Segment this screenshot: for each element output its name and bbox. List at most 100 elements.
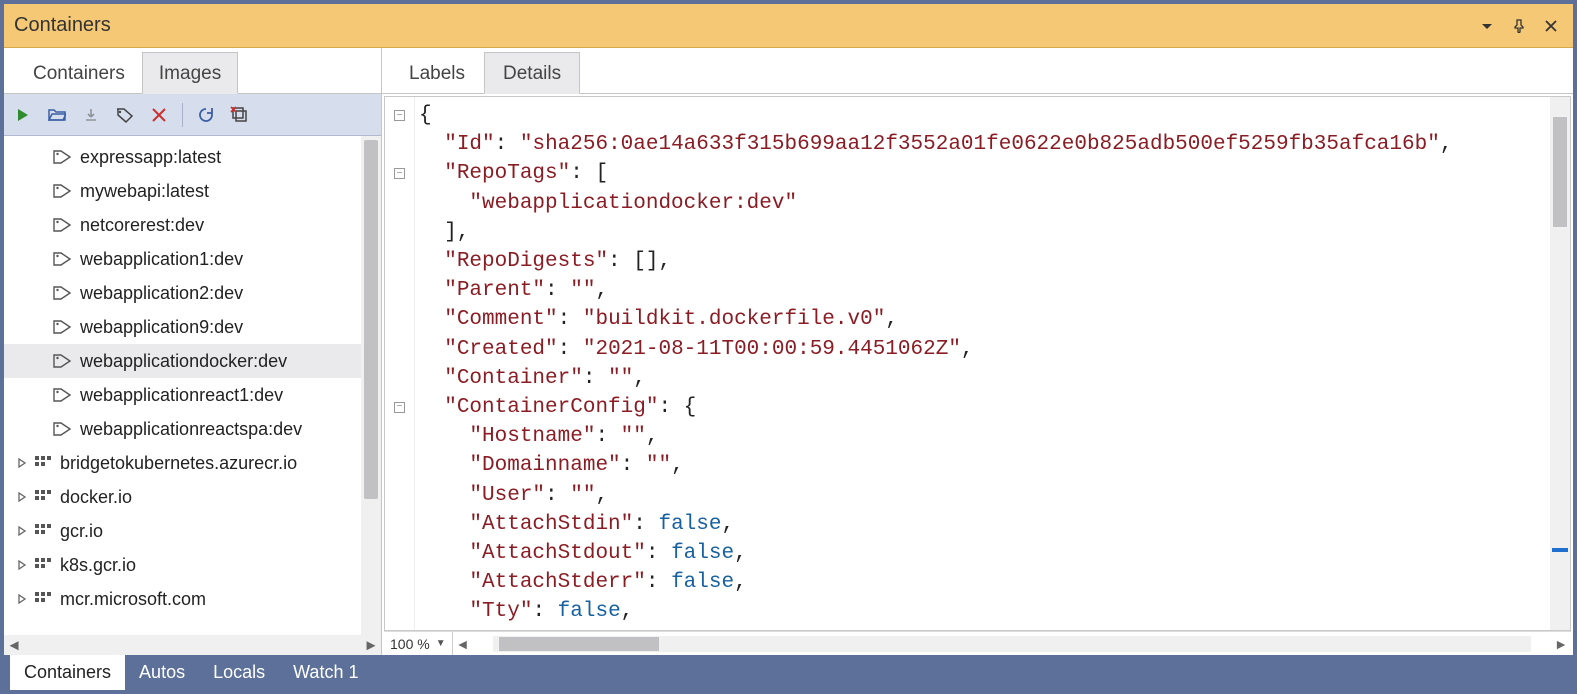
gutter-row <box>385 189 414 218</box>
image-item[interactable]: webapplication1:dev <box>4 242 361 276</box>
gutter-row <box>385 276 414 305</box>
item-label: k8s.gcr.io <box>60 556 136 574</box>
registry-item[interactable]: k8s.gcr.io <box>4 548 361 582</box>
tree-hscroll[interactable]: ◄ ► <box>4 635 381 655</box>
gutter-row <box>385 597 414 626</box>
refresh-button[interactable] <box>193 102 219 128</box>
tab-details[interactable]: Details <box>484 52 580 94</box>
fold-toggle-icon[interactable]: − <box>394 110 405 121</box>
tag-icon <box>52 183 74 199</box>
registry-item[interactable]: docker.io <box>4 480 361 514</box>
registry-item[interactable]: gcr.io <box>4 514 361 548</box>
titlebar: Containers <box>4 4 1573 48</box>
expand-arrow-icon[interactable] <box>12 594 32 604</box>
hscroll-left-icon[interactable]: ◄ <box>4 635 24 655</box>
editor-vscroll[interactable] <box>1550 97 1570 630</box>
image-item[interactable]: expressapp:latest <box>4 140 361 174</box>
tab-images[interactable]: Images <box>142 52 238 94</box>
editor-hscroll[interactable] <box>493 636 1531 652</box>
delete-button[interactable] <box>146 102 172 128</box>
registry-icon <box>32 591 54 607</box>
gutter-row <box>385 510 414 539</box>
image-item[interactable]: webapplicationreactspa:dev <box>4 412 361 446</box>
image-item[interactable]: webapplication2:dev <box>4 276 361 310</box>
fold-toggle-icon[interactable]: − <box>394 402 405 413</box>
editor-hscroll-left-icon[interactable]: ◄ <box>453 636 473 652</box>
gutter-row <box>385 364 414 393</box>
zoom-value: 100 % <box>390 636 430 652</box>
item-label: webapplication2:dev <box>80 284 243 302</box>
gutter-row <box>385 480 414 509</box>
registry-item[interactable]: bridgetokubernetes.azurecr.io <box>4 446 361 480</box>
image-item[interactable]: webapplicationdocker:dev <box>4 344 361 378</box>
item-label: netcorerest:dev <box>80 216 204 234</box>
registry-item[interactable]: mcr.microsoft.com <box>4 582 361 616</box>
item-label: webapplicationdocker:dev <box>80 352 287 370</box>
pin-icon[interactable] <box>1507 14 1531 38</box>
tag-button[interactable] <box>112 102 138 128</box>
registry-icon <box>32 557 54 573</box>
gutter-row <box>385 305 414 334</box>
image-item[interactable]: netcorerest:dev <box>4 208 361 242</box>
gutter-row[interactable]: − <box>385 393 414 422</box>
image-item[interactable]: mywebapi:latest <box>4 174 361 208</box>
expand-arrow-icon[interactable] <box>12 492 32 502</box>
json-editor: − − − { "Id": "sha256:0ae14a633f315b699aa1… <box>384 96 1571 631</box>
image-item[interactable]: webapplication9:dev <box>4 310 361 344</box>
item-label: docker.io <box>60 488 132 506</box>
tag-icon <box>52 217 74 233</box>
image-tree[interactable]: expressapp:latestmywebapi:latest netcorer… <box>4 136 361 635</box>
panel-body: Containers Images <box>4 48 1573 655</box>
image-item[interactable]: webapplicationreact1:dev <box>4 378 361 412</box>
item-label: webapplication1:dev <box>80 250 243 268</box>
gutter-row <box>385 218 414 247</box>
tag-icon <box>52 149 74 165</box>
tag-icon <box>52 387 74 403</box>
tag-icon <box>52 251 74 267</box>
pull-button[interactable] <box>78 102 104 128</box>
prune-button[interactable] <box>227 102 253 128</box>
image-tree-wrap: expressapp:latestmywebapi:latest netcorer… <box>4 136 381 635</box>
right-tabstrip: Labels Details <box>382 48 1573 94</box>
fold-gutter[interactable]: − − − <box>385 97 415 630</box>
window-options-icon[interactable] <box>1475 14 1499 38</box>
bottom-tab-containers[interactable]: Containers <box>10 655 125 690</box>
images-toolbar <box>4 94 381 136</box>
tree-vscroll-thumb[interactable] <box>364 140 378 499</box>
tab-containers[interactable]: Containers <box>16 52 142 93</box>
fold-toggle-icon[interactable]: − <box>394 168 405 179</box>
json-code[interactable]: { "Id": "sha256:0ae14a633f315b699aa12f35… <box>415 97 1550 630</box>
hscroll-right-icon[interactable]: ► <box>361 635 381 655</box>
gutter-row <box>385 335 414 364</box>
registry-icon <box>32 523 54 539</box>
close-icon[interactable] <box>1539 14 1563 38</box>
gutter-row[interactable]: − <box>385 101 414 130</box>
tree-vscroll[interactable] <box>361 136 381 635</box>
vscroll-down-icon[interactable] <box>1550 612 1570 630</box>
bottom-tab-watch-1[interactable]: Watch 1 <box>279 655 372 690</box>
zoom-dropdown[interactable]: 100 % ▼ <box>384 632 453 655</box>
editor-hscroll-right-icon[interactable]: ► <box>1551 636 1571 652</box>
bottom-tab-autos[interactable]: Autos <box>125 655 199 690</box>
gutter-row[interactable]: − <box>385 159 414 188</box>
item-label: webapplication9:dev <box>80 318 243 336</box>
tab-labels[interactable]: Labels <box>390 52 484 93</box>
bottom-tab-locals[interactable]: Locals <box>199 655 279 690</box>
expand-arrow-icon[interactable] <box>12 458 32 468</box>
run-button[interactable] <box>10 102 36 128</box>
expand-arrow-icon[interactable] <box>12 560 32 570</box>
gutter-row <box>385 422 414 451</box>
expand-arrow-icon[interactable] <box>12 526 32 536</box>
left-pane: Containers Images <box>4 48 382 655</box>
hscroll-track[interactable] <box>24 638 361 652</box>
tag-icon <box>52 285 74 301</box>
open-folder-button[interactable] <box>44 102 70 128</box>
vscroll-up-icon[interactable] <box>1550 97 1570 115</box>
gutter-row <box>385 568 414 597</box>
editor-vscroll-thumb[interactable] <box>1553 117 1567 227</box>
item-label: webapplicationreact1:dev <box>80 386 283 404</box>
toolbar-separator <box>182 103 183 127</box>
right-pane: Labels Details − − − { "Id": "sha256:0ae14… <box>382 48 1573 655</box>
editor-hscroll-thumb[interactable] <box>499 637 659 651</box>
panel-title: Containers <box>14 14 1467 37</box>
